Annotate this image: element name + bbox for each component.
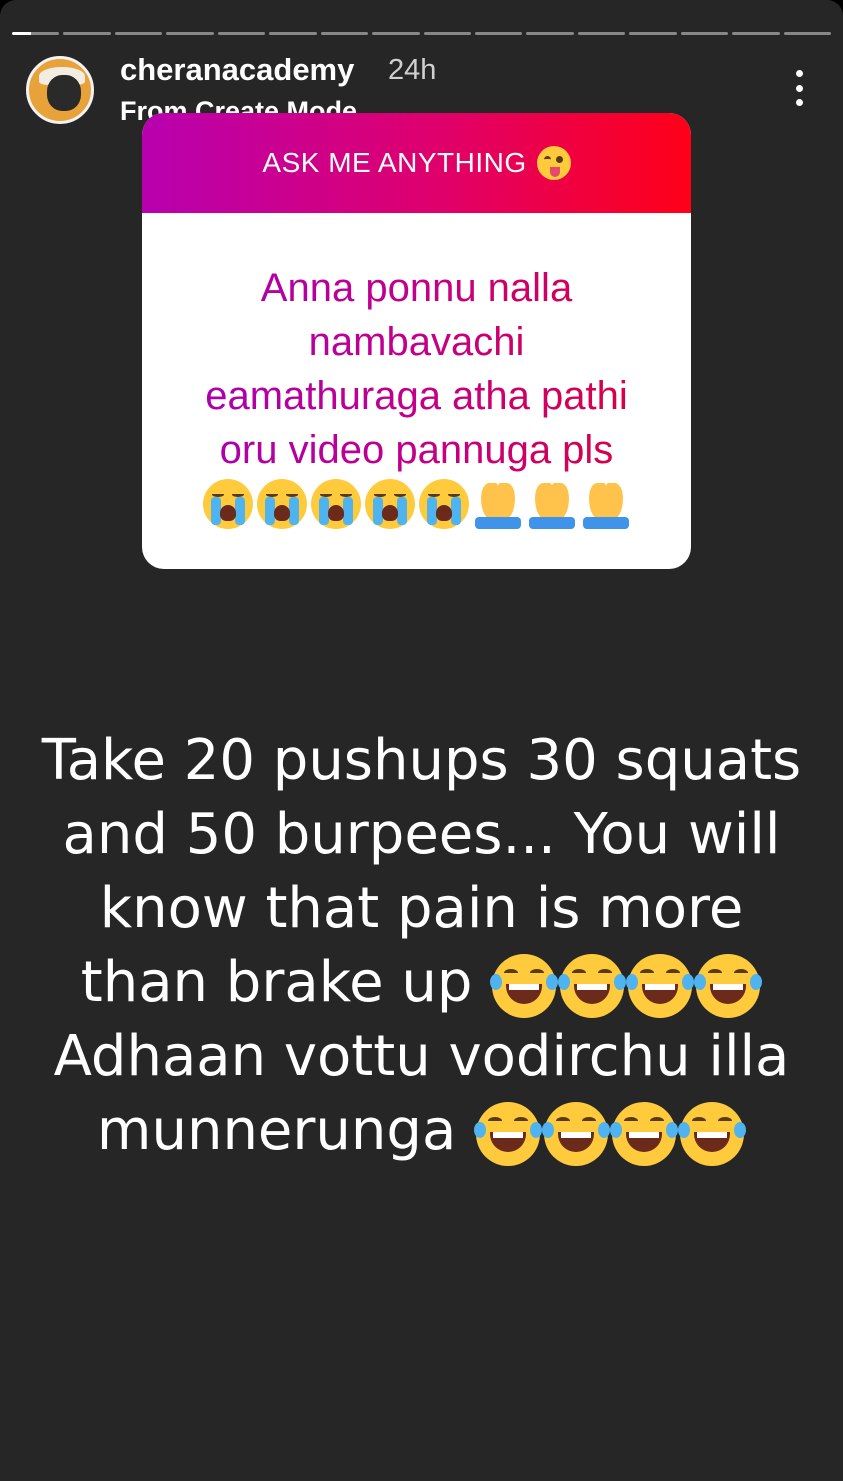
progress-segment (783, 32, 831, 35)
question-sticker-header: ASK ME ANYTHING (142, 113, 691, 213)
progress-segment (474, 32, 523, 35)
face-with-tears-of-joy-icon (558, 953, 627, 1018)
avatar[interactable] (26, 56, 94, 124)
question-sticker[interactable]: ASK ME ANYTHING Anna ponnu nalla nambava… (142, 113, 691, 569)
progress-segment (217, 32, 266, 35)
progress-segment (526, 32, 574, 35)
loudly-crying-face-icon (418, 479, 469, 529)
answer-line: Adhaan vottu vodirchu illa (53, 1024, 790, 1089)
progress-segment (423, 32, 471, 35)
loudly-crying-face-icon (364, 479, 415, 529)
loudly-crying-face-icon (310, 479, 361, 529)
progress-segment (680, 32, 729, 35)
question-line: oru video pannuga pls (219, 428, 614, 472)
loudly-crying-face-icon (202, 479, 253, 529)
story-viewer[interactable]: cheranacademy 24h From Create Mode ASK M… (0, 0, 843, 1481)
progress-segment (629, 32, 677, 35)
progress-segment (372, 32, 420, 35)
story-progress-bar (12, 32, 831, 36)
answer-line: and 50 burpees... You will (62, 802, 781, 867)
answer-line-with-emoji: munnerunga (30, 1094, 813, 1168)
face-with-tears-of-joy-icon (610, 1101, 679, 1166)
question-text: Anna ponnu nalla nambavachi eamathuraga … (142, 213, 691, 477)
avatar-person-icon (47, 75, 81, 111)
face-with-tears-of-joy-icon (626, 953, 695, 1018)
face-with-tears-of-joy-icon (474, 1101, 543, 1166)
answer-line-with-emoji: than brake up (30, 946, 813, 1020)
folded-hands-icon (581, 479, 631, 529)
answer-line: munnerunga (96, 1098, 457, 1163)
more-vertical-icon[interactable] (793, 70, 805, 106)
face-with-tears-of-joy-icon (542, 1101, 611, 1166)
answer-text: Take 20 pushups 30 squats and 50 burpees… (30, 724, 813, 1168)
progress-segment (320, 32, 369, 35)
progress-segment (114, 32, 163, 35)
question-emoji-row (142, 479, 691, 529)
progress-segment (269, 32, 317, 35)
question-sticker-title: ASK ME ANYTHING (262, 147, 527, 178)
folded-hands-icon (473, 479, 523, 529)
username[interactable]: cheranacademy (120, 52, 354, 88)
folded-hands-icon (527, 479, 577, 529)
face-with-tears-of-joy-icon (694, 953, 763, 1018)
face-with-tears-of-joy-icon (678, 1101, 747, 1166)
progress-segment (63, 32, 111, 35)
answer-line: Take 20 pushups 30 squats (41, 728, 802, 793)
winking-face-with-tongue-icon (536, 146, 571, 180)
progress-segment (166, 32, 214, 35)
progress-segment (577, 32, 626, 35)
question-line: eamathuraga atha pathi (205, 374, 628, 418)
answer-line: than brake up (80, 950, 473, 1015)
question-line: Anna ponnu nalla (260, 266, 573, 310)
question-line: nambavachi (308, 320, 525, 364)
progress-segment (732, 32, 780, 35)
progress-segment (12, 32, 60, 35)
face-with-tears-of-joy-icon (490, 953, 559, 1018)
loudly-crying-face-icon (256, 479, 307, 529)
post-time: 24h (388, 54, 437, 86)
answer-line: know that pain is more (99, 876, 744, 941)
